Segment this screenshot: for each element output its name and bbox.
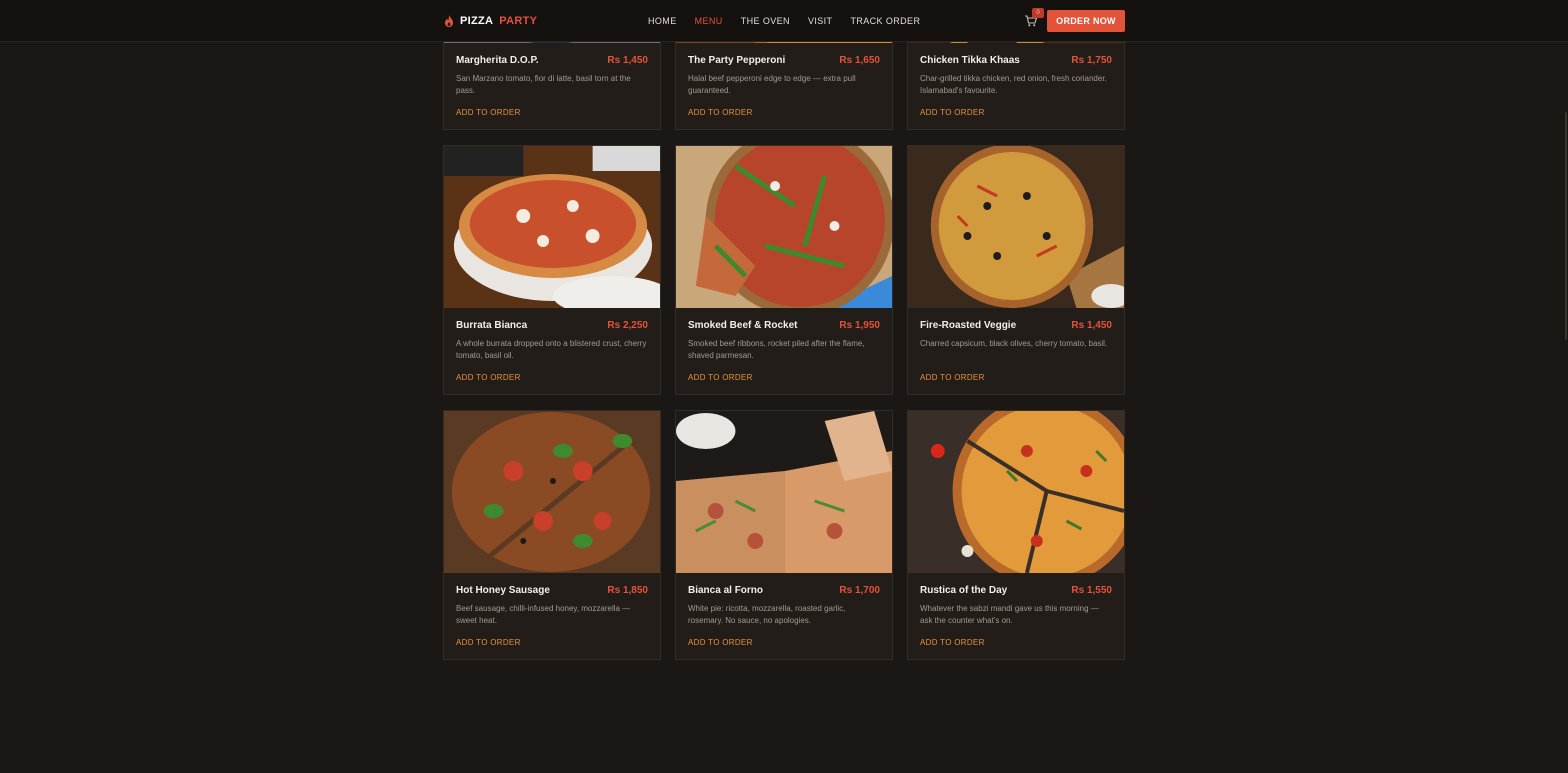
menu-item-description: Halal beef pepperoni edge to edge — extr…: [688, 74, 856, 95]
card-body: Bianca al Forno Rs 1,700 White pie: rico…: [676, 573, 892, 659]
add-to-order-link[interactable]: ADD TO ORDER: [688, 638, 753, 647]
pizza-image: [908, 146, 1124, 308]
nav-link-track-order[interactable]: TRACK ORDER: [850, 16, 920, 26]
nav-link-menu[interactable]: MENU: [695, 16, 723, 26]
menu-card: Bianca al Forno Rs 1,700 White pie: rico…: [675, 410, 893, 660]
menu-card: Rustica of the Day Rs 1,550 Whatever the…: [907, 410, 1125, 660]
menu-item-price: Rs 2,250: [607, 320, 648, 331]
card-body: Hot Honey Sausage Rs 1,850 Beef sausage,…: [444, 573, 660, 659]
top-nav: PIZZA PARTY HOME MENU THE OVEN VISIT TRAC…: [0, 0, 1568, 42]
menu-item-description: A whole burrata dropped onto a blistered…: [456, 339, 647, 360]
flame-icon: [445, 15, 453, 27]
card-body: Burrata Bianca Rs 2,250 A whole burrata …: [444, 308, 660, 394]
menu-card: Smoked Beef & Rocket Rs 1,950 Smoked bee…: [675, 145, 893, 395]
nav-link-home[interactable]: HOME: [648, 16, 677, 26]
menu-card: Burrata Bianca Rs 2,250 A whole burrata …: [443, 145, 661, 395]
menu-item-description: Charred capsicum, black olives, cherry t…: [920, 339, 1108, 348]
card-body: Smoked Beef & Rocket Rs 1,950 Smoked bee…: [676, 308, 892, 394]
menu-card: Fire-Roasted Veggie Rs 1,450 Charred cap…: [907, 145, 1125, 395]
menu-item-description: White pie: ricotta, mozzarella, roasted …: [688, 604, 846, 625]
add-to-order-link[interactable]: ADD TO ORDER: [456, 373, 521, 382]
nav-links: HOME MENU THE OVEN VISIT TRACK ORDER: [648, 16, 920, 26]
menu-item-description: San Marzano tomato, fior di latte, basil…: [456, 74, 631, 95]
add-to-order-link[interactable]: ADD TO ORDER: [688, 373, 753, 382]
menu-item-price: Rs 1,550: [1071, 585, 1112, 596]
menu-item-description: Char-grilled tikka chicken, red onion, f…: [920, 74, 1107, 95]
pizza-image: [676, 411, 892, 573]
add-to-order-link[interactable]: ADD TO ORDER: [688, 108, 753, 117]
card-body: Fire-Roasted Veggie Rs 1,450 Charred cap…: [908, 308, 1124, 394]
add-to-order-link[interactable]: ADD TO ORDER: [920, 638, 985, 647]
pizza-image: [908, 411, 1124, 573]
pizza-image: [676, 146, 892, 308]
brand-name-primary: PIZZA: [460, 15, 494, 27]
menu-item-price: Rs 1,450: [1071, 320, 1112, 331]
menu-grid: Margherita D.O.P. Rs 1,450 San Marzano t…: [443, 0, 1125, 660]
brand-name-accent: PARTY: [499, 15, 538, 27]
nav-inner: PIZZA PARTY HOME MENU THE OVEN VISIT TRAC…: [444, 0, 1125, 42]
menu-item-description: Beef sausage, chilli-infused honey, mozz…: [456, 604, 631, 625]
menu-item-price: Rs 1,450: [607, 55, 648, 66]
add-to-order-link[interactable]: ADD TO ORDER: [456, 638, 521, 647]
add-to-order-link[interactable]: ADD TO ORDER: [456, 108, 521, 117]
add-to-order-link[interactable]: ADD TO ORDER: [920, 373, 985, 382]
pizza-image: [444, 146, 660, 308]
menu-item-name: Hot Honey Sausage: [456, 585, 550, 596]
card-body: The Party Pepperoni Rs 1,650 Halal beef …: [676, 43, 892, 129]
card-body: Chicken Tikka Khaas Rs 1,750 Char-grille…: [908, 43, 1124, 129]
menu-item-price: Rs 1,700: [839, 585, 880, 596]
menu-item-price: Rs 1,650: [839, 55, 880, 66]
add-to-order-link[interactable]: ADD TO ORDER: [920, 108, 985, 117]
menu-item-description: Smoked beef ribbons, rocket piled after …: [688, 339, 865, 360]
menu-card: Hot Honey Sausage Rs 1,850 Beef sausage,…: [443, 410, 661, 660]
pizza-image: [444, 411, 660, 573]
card-body: Rustica of the Day Rs 1,550 Whatever the…: [908, 573, 1124, 659]
scrollbar-thumb[interactable]: [1565, 112, 1567, 340]
nav-link-visit[interactable]: VISIT: [808, 16, 833, 26]
menu-item-name: Burrata Bianca: [456, 320, 528, 331]
menu-item-name: Chicken Tikka Khaas: [920, 55, 1020, 66]
brand-logo[interactable]: PIZZA PARTY: [444, 15, 537, 27]
cart-count-badge: 0: [1032, 8, 1044, 18]
menu-item-price: Rs 1,950: [839, 320, 880, 331]
card-body: Margherita D.O.P. Rs 1,450 San Marzano t…: [444, 43, 660, 129]
menu-item-price: Rs 1,750: [1071, 55, 1112, 66]
menu-item-name: Fire-Roasted Veggie: [920, 320, 1017, 331]
menu-item-name: Bianca al Forno: [688, 585, 764, 596]
menu-item-price: Rs 1,850: [607, 585, 648, 596]
menu-item-description: Whatever the sabzi mandi gave us this mo…: [920, 604, 1099, 625]
menu-item-name: Smoked Beef & Rocket: [688, 320, 798, 331]
menu-item-name: The Party Pepperoni: [688, 55, 786, 66]
nav-link-the-oven[interactable]: THE OVEN: [741, 16, 790, 26]
menu-item-name: Margherita D.O.P.: [456, 55, 539, 66]
menu-item-name: Rustica of the Day: [920, 585, 1008, 596]
order-now-button[interactable]: ORDER NOW: [1047, 10, 1125, 32]
page-scrollbar[interactable]: [1564, 42, 1568, 773]
